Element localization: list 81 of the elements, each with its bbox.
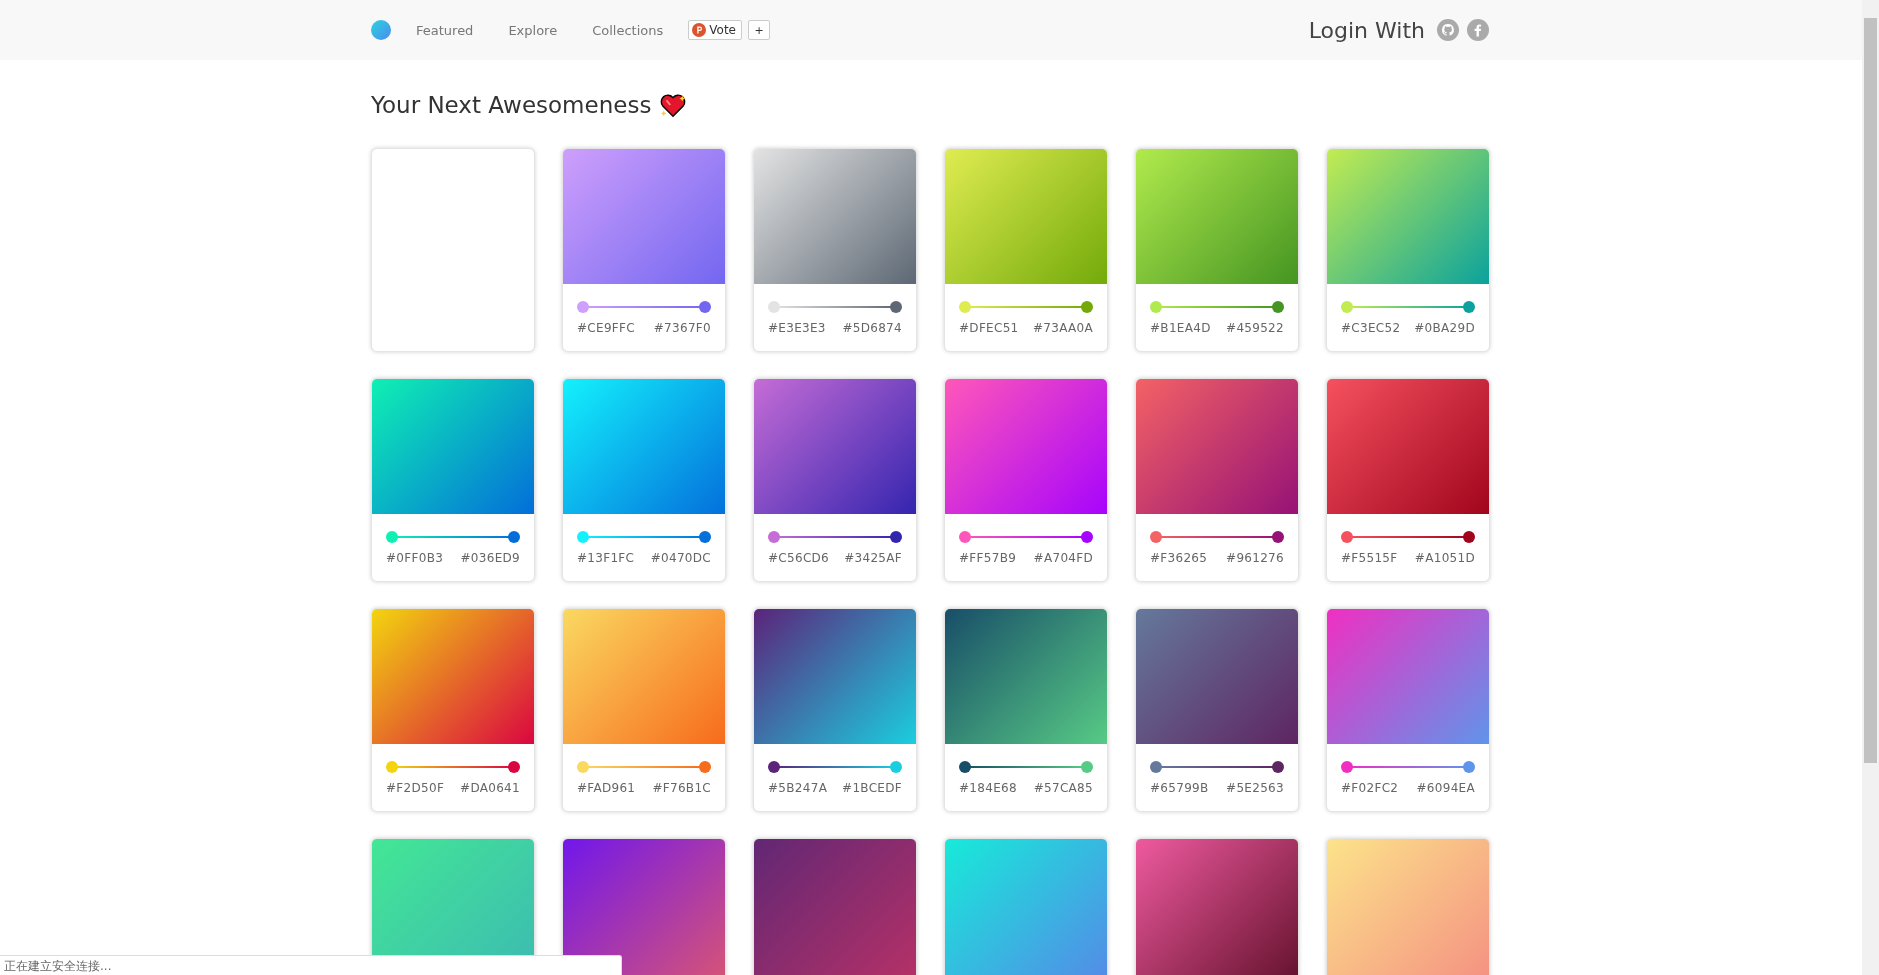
gradient-preview[interactable] [754, 149, 916, 284]
nav-link[interactable]: Explore [508, 22, 558, 38]
end-color-code[interactable]: #7367F0 [653, 321, 711, 335]
gradient-card[interactable]: #5B247A #1BCEDF [753, 608, 917, 812]
gradient-card[interactable]: #0FF0B3 #036ED9 [371, 378, 535, 582]
vote-button[interactable]: Vote [688, 20, 742, 40]
end-color-code[interactable]: #0BA29D [1414, 321, 1475, 335]
end-color-code[interactable]: #036ED9 [460, 551, 520, 565]
gradient-card[interactable]: #DFEC51 #73AA0A [944, 148, 1108, 352]
gradient-card[interactable]: #FAD961 #F76B1C [562, 608, 726, 812]
gradient-card[interactable]: #FF57B9 #A704FD [944, 378, 1108, 582]
gradient-card[interactable]: #184E68 #57CA85 [944, 608, 1108, 812]
gradient-preview[interactable] [945, 609, 1107, 744]
gradient-preview[interactable] [563, 609, 725, 744]
gradient-card[interactable]: #65799B #5E2563 [1135, 608, 1299, 812]
gradient-card[interactable]: #F36265 #961276 [1135, 378, 1299, 582]
end-color-code[interactable]: #5D6874 [842, 321, 902, 335]
gradient-preview[interactable] [754, 609, 916, 744]
start-color-code[interactable]: #B1EA4D [1150, 321, 1211, 335]
loading-status-toast: 正在建立安全连接... [0, 955, 622, 975]
start-color-code[interactable]: #5B247A [768, 781, 828, 795]
gradient-card[interactable]: #C3EC52 #0BA29D [1326, 148, 1490, 352]
gradient-card[interactable]: #F5515F #A1051D [1326, 378, 1490, 582]
gradient-card[interactable]: #C56CD6 #3425AF [753, 378, 917, 582]
logo-icon[interactable] [371, 20, 391, 40]
end-color-code[interactable]: #5E2563 [1226, 781, 1284, 795]
scrollbar[interactable] [1862, 0, 1879, 975]
vote-count-button[interactable]: + [748, 20, 770, 40]
start-color-code[interactable]: #FAD961 [577, 781, 636, 795]
nav-link[interactable]: Collections [592, 22, 664, 38]
end-color-code[interactable]: #961276 [1226, 551, 1284, 565]
start-color-code[interactable]: #F02FC2 [1341, 781, 1399, 795]
start-color-code[interactable]: #C3EC52 [1341, 321, 1401, 335]
end-color-code[interactable]: #73AA0A [1032, 321, 1093, 335]
end-color-code[interactable]: #F76B1C [652, 781, 711, 795]
gradient-card[interactable]: #F02FC2 #6094EA [1326, 608, 1490, 812]
start-color-code[interactable]: #13F1FC [577, 551, 635, 565]
end-color-code[interactable]: #0470DC [650, 551, 711, 565]
gradient-preview[interactable] [1136, 379, 1298, 514]
end-color-code[interactable]: #A1051D [1414, 551, 1475, 565]
start-color-code[interactable]: #F5515F [1341, 551, 1398, 565]
end-color-code[interactable]: #3425AF [844, 551, 902, 565]
login-label: Login With [1308, 17, 1425, 43]
p-badge-icon [692, 23, 707, 37]
start-color-code[interactable]: #F2D50F [386, 781, 445, 795]
nav-link[interactable]: Featured [416, 22, 474, 38]
start-color-code[interactable]: #E3E3E3 [768, 321, 826, 335]
gradient-card[interactable]: #B1EA4D #459522 [1135, 148, 1299, 352]
gradient-preview[interactable] [1327, 379, 1489, 514]
gradient-card[interactable]: #13F1FC #0470DC [562, 378, 726, 582]
end-color-code[interactable]: #6094EA [1416, 781, 1475, 795]
gradient-card[interactable]: #F2D50F #DA0641 [371, 608, 535, 812]
start-color-code[interactable]: #CE9FFC [577, 321, 635, 335]
start-color-code[interactable]: #FF57B9 [959, 551, 1017, 565]
facebook-icon[interactable] [1467, 19, 1489, 41]
end-color-code[interactable]: #1BCEDF [842, 781, 902, 795]
gradient-preview[interactable] [1136, 149, 1298, 284]
sparkling-heart-icon [659, 92, 688, 118]
loading-card[interactable] [371, 148, 535, 352]
end-color-code[interactable]: #57CA85 [1033, 781, 1093, 795]
start-color-code[interactable]: #F36265 [1150, 551, 1208, 565]
gradient-preview[interactable] [372, 609, 534, 744]
gradient-preview[interactable] [563, 149, 725, 284]
gradient-preview[interactable] [372, 379, 534, 514]
gradient-preview[interactable] [945, 149, 1107, 284]
page-title: Your Next Awesomeness [371, 92, 652, 118]
gradient-card[interactable]: #CE9FFC #7367F0 [562, 148, 726, 352]
gradient-preview[interactable] [563, 379, 725, 514]
gradient-preview[interactable] [1136, 609, 1298, 744]
start-color-code[interactable]: #0FF0B3 [386, 551, 444, 565]
gradient-preview[interactable] [754, 379, 916, 514]
end-color-code[interactable]: #A704FD [1033, 551, 1093, 565]
start-color-code[interactable]: #65799B [1150, 781, 1209, 795]
gradient-preview[interactable] [1327, 149, 1489, 284]
end-color-code[interactable]: #459522 [1226, 321, 1284, 335]
github-icon[interactable] [1437, 19, 1459, 41]
start-color-code[interactable]: #184E68 [959, 781, 1017, 795]
gradient-card[interactable]: #E3E3E3 #5D6874 [753, 148, 917, 352]
end-color-code[interactable]: #DA0641 [460, 781, 520, 795]
start-color-code[interactable]: #C56CD6 [768, 551, 830, 565]
start-color-code[interactable]: #DFEC51 [959, 321, 1019, 335]
